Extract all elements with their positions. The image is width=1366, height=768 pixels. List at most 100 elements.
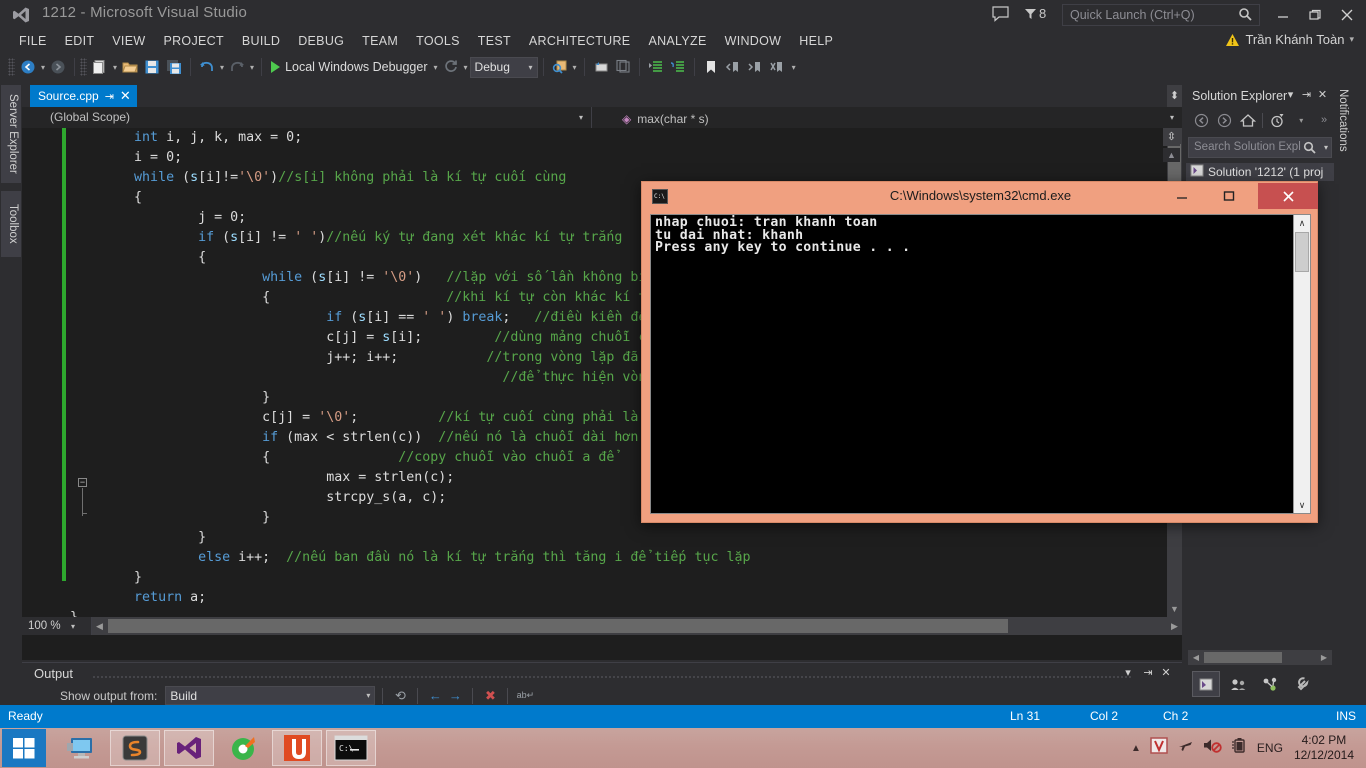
solution-tree-item[interactable]: Solution '1212' (1 proj (1186, 163, 1334, 181)
clock[interactable]: 4:02 PM 12/12/2014 (1294, 733, 1358, 763)
taskbar-button-computer[interactable] (56, 730, 106, 766)
menu-team[interactable]: TEAM (353, 32, 407, 50)
toolbar-overflow-icon[interactable]: ▾ (792, 63, 796, 72)
menu-tools[interactable]: TOOLS (407, 32, 469, 50)
chevron-down-icon[interactable]: ▾ (1291, 110, 1311, 130)
menu-file[interactable]: FILE (10, 32, 56, 50)
open-file-icon[interactable] (119, 56, 141, 78)
solution-configuration-select[interactable]: Debug ▾ (469, 56, 538, 78)
find-dropdown[interactable]: ▾ (573, 63, 577, 72)
toggle-word-wrap-icon[interactable]: ab↵ (515, 690, 535, 701)
editor-horizontal-scrollbar[interactable]: ◀ ▶ (92, 617, 1182, 635)
feedback-speech-bubble-icon[interactable] (992, 6, 1010, 22)
pin-icon[interactable]: ⇥ (105, 90, 114, 103)
taskbar-button-green-app[interactable] (218, 730, 268, 766)
menu-project[interactable]: PROJECT (154, 32, 232, 50)
find-in-files-icon[interactable] (549, 56, 571, 78)
navigate-forward-icon[interactable] (47, 56, 69, 78)
windows-start-icon[interactable] (2, 729, 46, 767)
cmd-close-button[interactable] (1258, 183, 1318, 209)
menu-debug[interactable]: DEBUG (289, 32, 353, 50)
pin-icon[interactable]: ⇥ (1299, 88, 1314, 103)
scroll-right-arrow-icon[interactable]: ▶ (1167, 617, 1182, 635)
scroll-up-arrow-icon[interactable]: ∧ (1294, 215, 1310, 231)
splitter-collapse-arrow-icon[interactable]: ▲ (1163, 148, 1180, 162)
redo-icon[interactable] (226, 56, 248, 78)
solution-explorer-horizontal-scrollbar[interactable]: ◀ ▶ (1188, 650, 1332, 665)
battery-icon[interactable] (1231, 737, 1246, 759)
search-icon[interactable] (1303, 141, 1316, 157)
solution-explorer-tab[interactable] (1192, 671, 1220, 697)
navigate-backward-icon[interactable] (17, 56, 39, 78)
sidebar-item-server-explorer[interactable]: Server Explorer (1, 85, 21, 183)
language-indicator[interactable]: ENG (1257, 741, 1283, 755)
restore-button[interactable] (1300, 0, 1330, 30)
save-all-icon[interactable] (163, 56, 185, 78)
menu-help[interactable]: HELP (790, 32, 842, 50)
minimize-button[interactable] (1268, 0, 1298, 30)
chevron-down-icon[interactable]: ▾ (1120, 665, 1136, 681)
search-icon[interactable] (1238, 7, 1252, 26)
forward-icon[interactable] (1215, 110, 1235, 130)
cmd-vertical-scrollbar[interactable]: ∧ ∨ (1293, 215, 1310, 513)
scroll-down-arrow-icon[interactable]: ∨ (1294, 497, 1310, 513)
save-icon[interactable] (141, 56, 163, 78)
class-view-tab[interactable] (1256, 671, 1284, 697)
redo-dropdown[interactable]: ▾ (250, 63, 254, 72)
team-explorer-tab[interactable] (1224, 671, 1252, 697)
unikey-v-icon[interactable] (1150, 737, 1168, 759)
go-to-previous-icon[interactable]: ← (425, 688, 445, 703)
vertical-scroll-thumb[interactable] (1295, 232, 1309, 272)
close-icon[interactable]: ✕ (1315, 88, 1330, 103)
restart-icon[interactable] (440, 56, 462, 78)
notifications-rail[interactable]: Notifications (1334, 85, 1354, 205)
toolbar-grip[interactable] (8, 58, 15, 76)
comment-selection-icon[interactable] (590, 56, 612, 78)
scroll-left-arrow-icon[interactable]: ◀ (92, 617, 107, 635)
member-select[interactable]: ◈ max(char * s) ▾ (592, 107, 1182, 128)
new-project-dropdown[interactable]: ▾ (113, 63, 117, 72)
bookmark-icon[interactable] (700, 56, 722, 78)
horizontal-scroll-thumb[interactable] (1204, 652, 1282, 663)
home-icon[interactable] (1238, 110, 1258, 130)
clear-all-icon[interactable]: ✖ (480, 688, 500, 704)
menu-build[interactable]: BUILD (233, 32, 289, 50)
cmd-maximize-button[interactable] (1207, 183, 1251, 209)
notification-flag-icon[interactable]: 8 (1024, 6, 1046, 21)
undo-dropdown[interactable]: ▾ (220, 63, 224, 72)
decrease-indent-icon[interactable] (667, 56, 689, 78)
menu-view[interactable]: VIEW (103, 32, 154, 50)
zoom-level-select[interactable]: 100 % ▾ (22, 617, 92, 635)
horizontal-splitter-handle[interactable]: ⇳ (1163, 128, 1180, 146)
close-icon[interactable]: ✕ (1158, 665, 1174, 681)
close-button[interactable] (1332, 0, 1362, 30)
undo-icon[interactable] (196, 56, 218, 78)
previous-bookmark-icon[interactable] (722, 56, 744, 78)
split-view-icon[interactable]: ⬍ (1167, 85, 1182, 107)
scroll-right-arrow-icon[interactable]: ▶ (1317, 650, 1331, 665)
go-to-next-icon[interactable]: → (445, 688, 465, 703)
back-icon[interactable] (1192, 110, 1212, 130)
menu-analyze[interactable]: ANALYZE (639, 32, 715, 50)
menu-edit[interactable]: EDIT (56, 32, 104, 50)
output-source-select[interactable]: Build ▾ (165, 686, 376, 705)
toolbar-grip[interactable] (80, 58, 88, 76)
volume-muted-icon[interactable] (1203, 737, 1222, 759)
uncomment-selection-icon[interactable] (612, 56, 634, 78)
close-icon[interactable]: ✕ (120, 88, 131, 104)
menu-test[interactable]: TEST (469, 32, 520, 50)
cmd-console-output[interactable]: nhap chuoi: tran khanh toan tu dai nhat:… (650, 214, 1311, 514)
start-debugging-button[interactable]: Local Windows Debugger (267, 60, 431, 74)
clear-bookmarks-icon[interactable] (766, 56, 788, 78)
nav-back-dropdown[interactable]: ▾ (41, 63, 45, 72)
menu-window[interactable]: WINDOW (716, 32, 791, 50)
start-dropdown[interactable]: ▾ (434, 63, 438, 72)
properties-tab[interactable] (1288, 671, 1316, 697)
new-project-icon[interactable] (89, 56, 111, 78)
overflow-icon[interactable]: » (1314, 110, 1334, 130)
taskbar-button-orange-app[interactable] (272, 730, 322, 766)
cmd-minimize-button[interactable] (1160, 183, 1204, 209)
chevron-down-icon[interactable]: ▾ (1283, 88, 1298, 103)
document-tab-source-cpp[interactable]: Source.cpp ⇥ ✕ (30, 85, 137, 107)
taskbar-button-command-prompt[interactable]: C:\ (326, 730, 376, 766)
